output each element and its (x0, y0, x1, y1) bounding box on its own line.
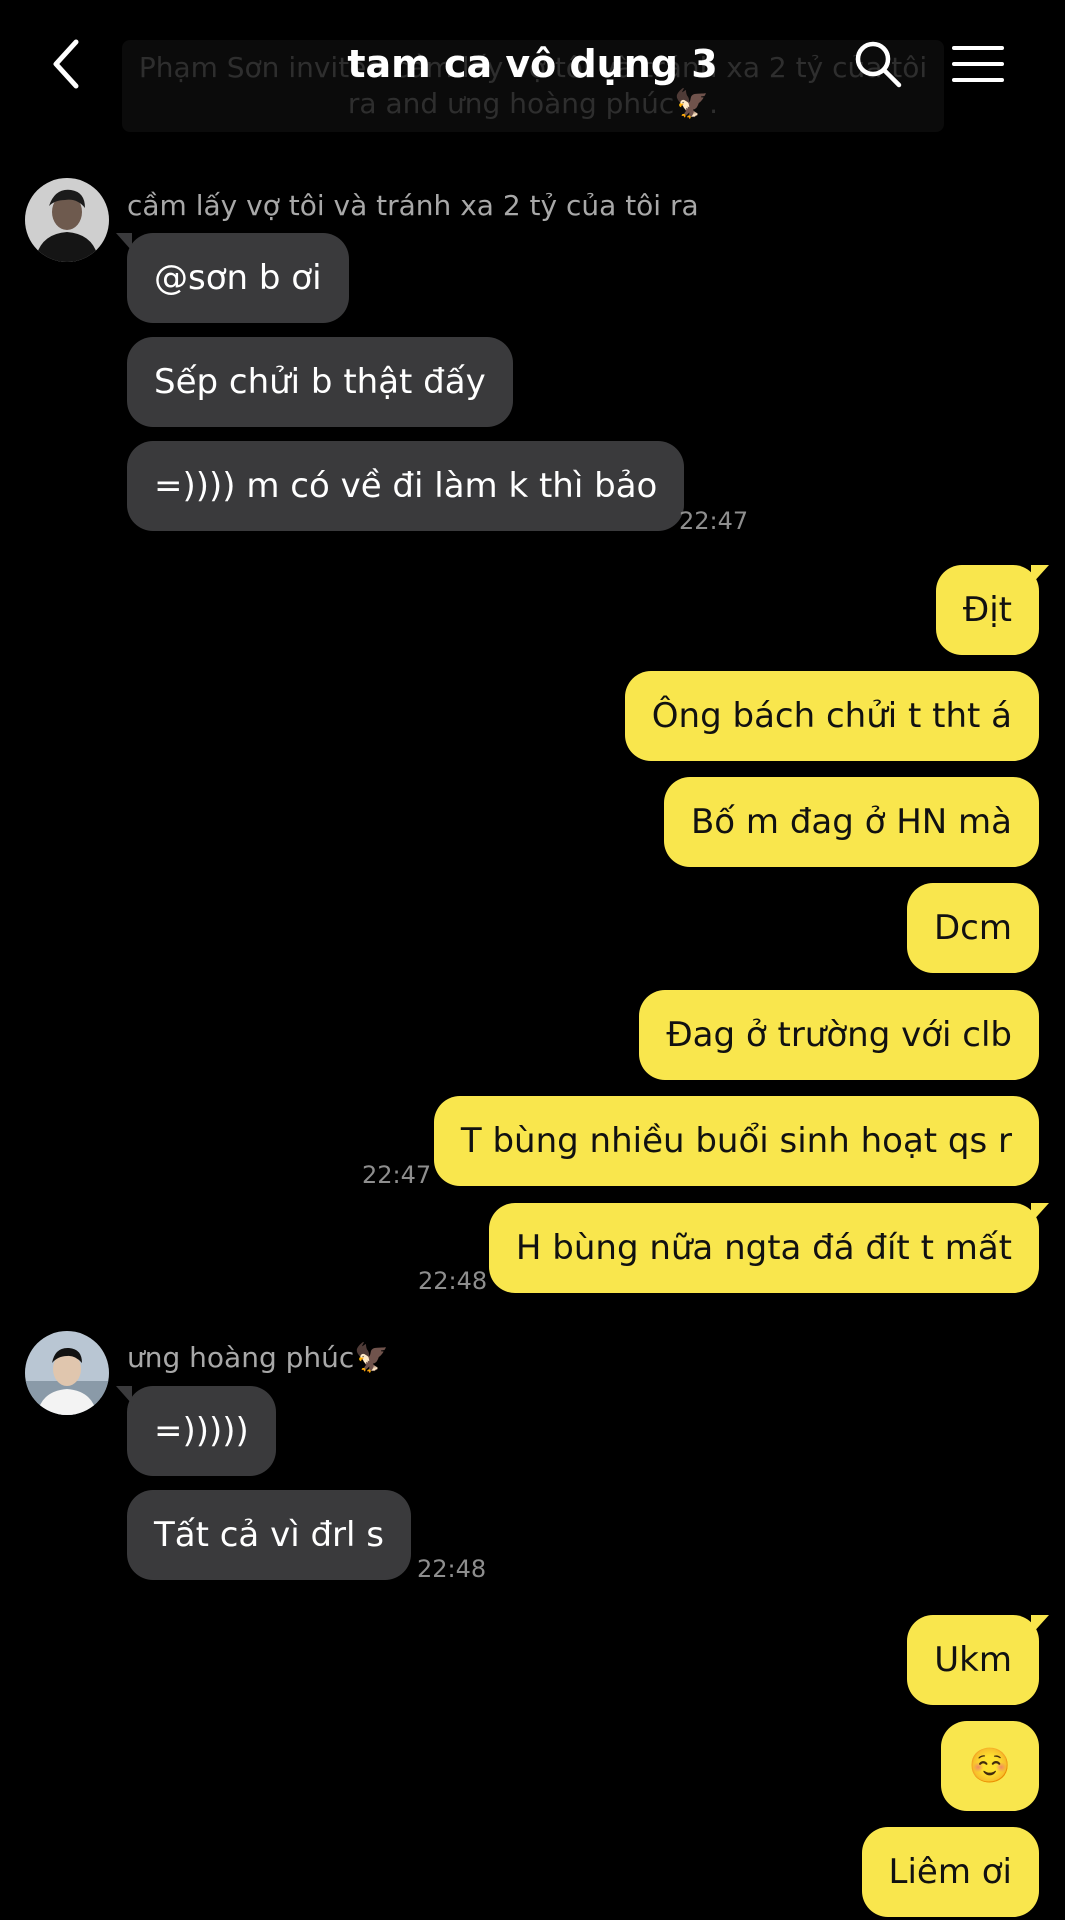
chevron-left-icon (53, 39, 79, 89)
message-timestamp: 22:47 (362, 1161, 432, 1189)
avatar-photo-icon (25, 178, 109, 262)
message-timestamp: 22:47 (679, 507, 749, 535)
sender-name: cầm lấy vợ tôi và tránh xa 2 tỷ của tôi … (127, 189, 699, 222)
message-timestamp: 22:48 (418, 1267, 488, 1295)
message-bubble[interactable]: Ukm (907, 1615, 1039, 1705)
menu-button[interactable] (942, 28, 1014, 100)
message-bubble[interactable]: Sếp chửi b thật đấy (127, 337, 513, 427)
message-bubble[interactable]: Địt (935, 565, 1039, 655)
message-bubble[interactable]: Ông bách chửi t tht á (624, 671, 1039, 761)
message-bubble[interactable]: =)))) m có về đi làm k thì bảo (127, 441, 685, 531)
message-bubble[interactable]: =))))) (127, 1386, 276, 1476)
message-bubble[interactable]: Dcm (907, 883, 1039, 973)
avatar-photo-icon (25, 1331, 109, 1415)
chat-header: Phạm Sơn invited cầm lấy vợ tôi và tránh… (0, 0, 1065, 140)
message-bubble[interactable]: Bố m đag ở HN mà (663, 777, 1039, 867)
hamburger-menu-icon (952, 46, 1004, 82)
search-button[interactable] (842, 28, 914, 100)
message-bubble-emoji[interactable]: ☺️ (940, 1721, 1039, 1811)
smiling-face-emoji: ☺️ (968, 1746, 1011, 1786)
message-bubble[interactable]: @sơn b ơi (127, 233, 349, 323)
message-bubble[interactable]: H bùng nữa ngta đá đít t mất (488, 1203, 1039, 1293)
sender-avatar[interactable] (25, 1331, 109, 1415)
back-button[interactable] (30, 28, 102, 100)
message-bubble[interactable]: Tất cả vì đrl s (127, 1490, 411, 1580)
message-timestamp: 22:48 (417, 1555, 487, 1583)
message-bubble[interactable]: Đag ở trường với clb (639, 990, 1039, 1080)
message-bubble[interactable]: Liêm ơi (861, 1827, 1039, 1917)
sender-name: ưng hoàng phúc🦅 (127, 1341, 390, 1374)
system-notice: Phạm Sơn invited cầm lấy vợ tôi và tránh… (122, 40, 944, 132)
sender-avatar[interactable] (25, 178, 109, 262)
message-bubble[interactable]: T bùng nhiều buổi sinh hoạt qs r (433, 1096, 1039, 1186)
search-icon (855, 41, 902, 88)
